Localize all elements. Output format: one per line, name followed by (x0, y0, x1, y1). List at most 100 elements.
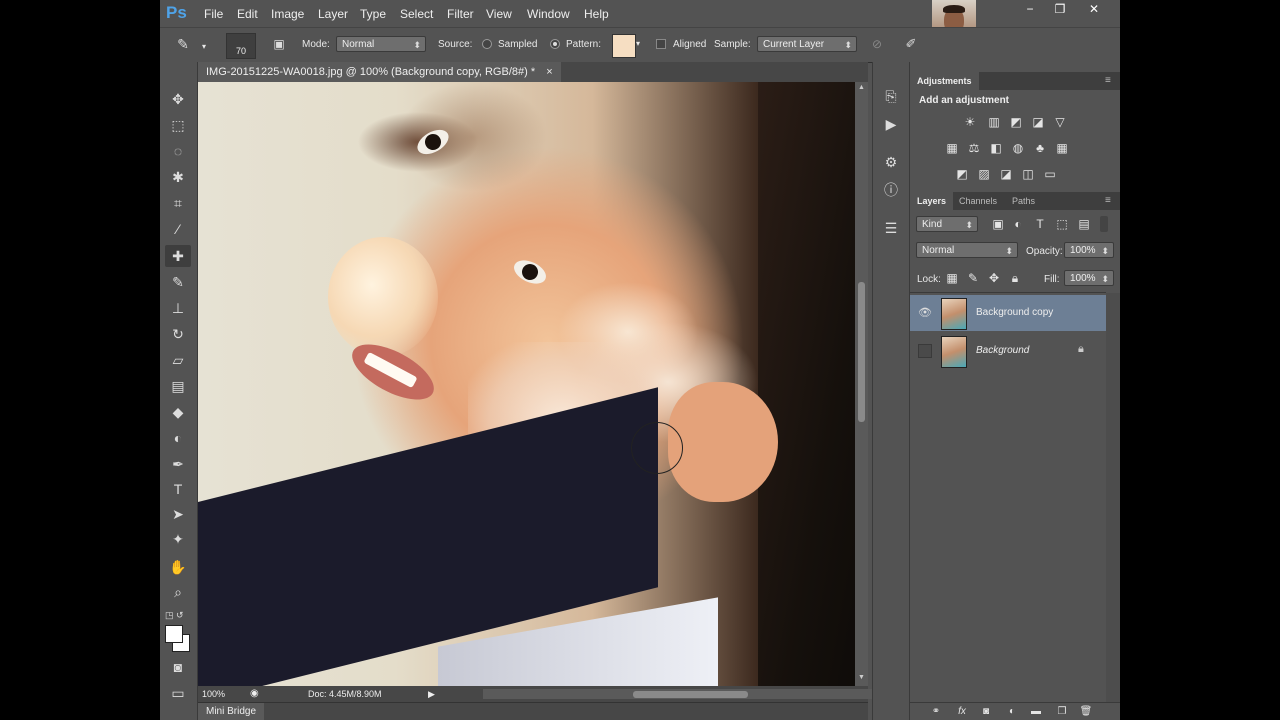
kind-filter-select[interactable]: Kind (916, 216, 978, 233)
new-adjustment-icon[interactable]: ◐ (1004, 704, 1020, 720)
horizontal-scrollbar[interactable] (483, 689, 893, 699)
clone-source-panel-icon[interactable]: ▣ (266, 33, 292, 55)
pen-tool-icon[interactable]: ✒ (165, 453, 191, 475)
actions-play-icon[interactable]: ▶ (881, 114, 901, 134)
menu-select[interactable]: Select (400, 7, 433, 21)
lock-position-icon[interactable]: ✥ (986, 270, 1002, 286)
info-icon[interactable]: ⓘ (881, 180, 901, 200)
selective-color-icon[interactable]: ◫ (1020, 166, 1036, 182)
visibility-box[interactable] (918, 344, 932, 358)
vertical-scrollbar[interactable]: ▲ ▼ (855, 82, 868, 686)
layer-style-icon[interactable]: fx (954, 704, 970, 720)
quick-mask-icon[interactable]: ◙ (165, 656, 191, 678)
vertical-scroll-thumb[interactable] (858, 282, 865, 422)
healing-brush-tool-icon[interactable]: ✚ (165, 245, 191, 267)
history-icon[interactable]: ⎘ (881, 86, 901, 106)
sampled-radio[interactable] (482, 39, 492, 49)
filter-pixel-icon[interactable]: ▣ (990, 216, 1006, 232)
screen-mode-icon[interactable]: ▭ (165, 682, 191, 704)
lasso-tool-icon[interactable]: ◌ (165, 140, 191, 162)
tab-layers[interactable]: Layers (910, 192, 954, 210)
horizontal-scroll-thumb[interactable] (633, 691, 748, 698)
layers-menu-icon[interactable]: ≡ (1098, 192, 1118, 210)
menu-file[interactable]: File (204, 7, 223, 21)
color-balance-icon[interactable]: ⚖ (966, 140, 982, 156)
swap-colors-icon[interactable]: ◳ ↺ (165, 610, 184, 621)
tab-channels[interactable]: Channels (952, 192, 1004, 210)
clone-stamp-tool-icon[interactable]: ⊥ (165, 297, 191, 319)
pressure-icon[interactable]: ✐ (898, 33, 924, 55)
blur-tool-icon[interactable]: ◆ (165, 401, 191, 423)
brush-panel-icon[interactable]: ⚙ (881, 152, 901, 172)
filter-adjustment-icon[interactable]: ◐ (1010, 216, 1026, 232)
menu-layer[interactable]: Layer (318, 7, 348, 21)
new-layer-icon[interactable]: ❐ (1054, 704, 1070, 720)
scroll-up-icon[interactable]: ▲ (858, 84, 865, 91)
status-expand-icon[interactable]: ▶ (428, 686, 435, 702)
dodge-tool-icon[interactable]: ◐ (165, 427, 191, 449)
ignore-adjustment-icon[interactable]: ⊘ (864, 33, 890, 55)
mode-select[interactable]: Normal (336, 36, 426, 53)
new-group-icon[interactable]: ▬ (1028, 704, 1044, 720)
add-mask-icon[interactable]: ◙ (978, 704, 994, 720)
document-tab[interactable]: IMG-20151225-WA0018.jpg @ 100% (Backgrou… (198, 62, 561, 82)
black-white-icon[interactable]: ◧ (988, 140, 1004, 156)
marquee-tool-icon[interactable]: ⬚ (165, 114, 191, 136)
menu-type[interactable]: Type (360, 7, 386, 21)
curves-icon[interactable]: ◩ (1008, 114, 1024, 130)
magic-wand-tool-icon[interactable]: ✱ (165, 166, 191, 188)
brush-preset-picker[interactable]: 70 (226, 33, 256, 59)
zoom-tool-icon[interactable]: ⌕ (165, 581, 191, 603)
hand-tool-icon[interactable]: ✋ (165, 556, 191, 578)
gradient-tool-icon[interactable]: ▤ (165, 375, 191, 397)
pattern-radio[interactable] (550, 39, 560, 49)
visibility-eye-icon[interactable]: 👁︎ (918, 306, 932, 319)
menu-image[interactable]: Image (271, 7, 304, 21)
menu-help[interactable]: Help (584, 7, 609, 21)
crop-tool-icon[interactable]: ⌗ (165, 192, 191, 214)
menu-window[interactable]: Window (527, 7, 570, 21)
aligned-checkbox[interactable] (656, 39, 666, 49)
brightness-contrast-icon[interactable]: ☀ (962, 114, 978, 130)
fill-input[interactable]: 100% (1064, 270, 1114, 287)
document-canvas[interactable] (198, 82, 855, 686)
layer-background-copy[interactable]: 👁︎ Background copy (910, 295, 1106, 331)
sample-select[interactable]: Current Layer (757, 36, 857, 53)
invert-icon[interactable]: ◩ (954, 166, 970, 182)
eraser-tool-icon[interactable]: ▱ (165, 349, 191, 371)
lock-all-icon[interactable]: 🔒︎ (1007, 270, 1023, 286)
delete-layer-icon[interactable]: 🗑︎ (1078, 704, 1094, 720)
tab-paths[interactable]: Paths (1005, 192, 1042, 210)
adjustments-menu-icon[interactable]: ≡ (1098, 72, 1118, 90)
brush-tool-icon[interactable]: ✎ (165, 271, 191, 293)
threshold-icon[interactable]: ◪ (998, 166, 1014, 182)
menu-edit[interactable]: Edit (237, 7, 258, 21)
levels-icon[interactable]: ▥ (986, 114, 1002, 130)
status-menu-icon[interactable]: ◉ (250, 686, 259, 702)
pattern-caret-icon[interactable]: ▾ (636, 39, 640, 48)
filter-shape-icon[interactable]: ⬚ (1054, 216, 1070, 232)
history-brush-tool-icon[interactable]: ↻ (165, 323, 191, 345)
opacity-input[interactable]: 100% (1064, 242, 1114, 259)
restore-button[interactable]: ❐ (1044, 1, 1076, 18)
filter-type-icon[interactable]: T (1032, 216, 1048, 232)
path-selection-tool-icon[interactable]: ➤ (165, 503, 191, 525)
layers-scrollbar[interactable] (1106, 293, 1120, 703)
filter-smart-object-icon[interactable]: ▤ (1076, 216, 1092, 232)
mini-bridge-tab[interactable]: Mini Bridge (198, 703, 265, 720)
pattern-stamp-icon[interactable]: ✎ (170, 33, 196, 55)
channel-mixer-icon[interactable]: ♣ (1032, 140, 1048, 156)
color-lookup-icon[interactable]: ▦ (1054, 140, 1070, 156)
zoom-level[interactable]: 100% (202, 686, 225, 702)
menu-filter[interactable]: Filter (447, 7, 474, 21)
type-tool-icon[interactable]: T (165, 478, 191, 500)
photo-filter-icon[interactable]: ◍ (1010, 140, 1026, 156)
foreground-color-swatch[interactable] (165, 625, 183, 643)
shape-tool-icon[interactable]: ✦ (165, 528, 191, 550)
tab-adjustments[interactable]: Adjustments (910, 72, 979, 90)
close-button[interactable]: ✕ (1078, 1, 1110, 18)
hue-saturation-icon[interactable]: ▦ (944, 140, 960, 156)
gradient-map-icon[interactable]: ▭ (1042, 166, 1058, 182)
lock-image-icon[interactable]: ✎ (965, 270, 981, 286)
posterize-icon[interactable]: ▨ (976, 166, 992, 182)
